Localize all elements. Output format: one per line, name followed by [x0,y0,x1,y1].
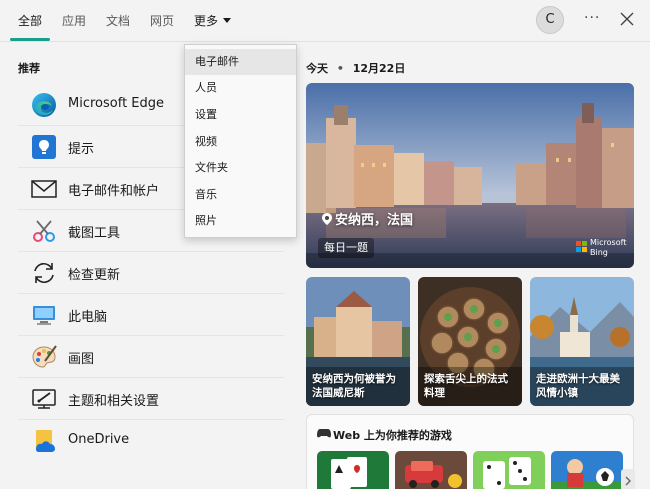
app-item-paint[interactable]: 画图 [18,336,284,378]
date-separator: • [336,62,344,75]
brand-line1: Microsoft [590,238,627,247]
tab-documents[interactable]: 文档 [106,12,130,29]
game-card-car[interactable] [395,451,467,489]
menu-item-people[interactable]: 人员 [185,75,296,101]
app-label: OneDrive [68,432,130,447]
account-avatar[interactable]: C [536,6,564,34]
microsoft-bing-logo: Microsoft Bing [576,238,626,260]
app-item-check-updates[interactable]: 检查更新 [18,252,284,294]
mail-icon [31,180,57,198]
microsoft-logo-icon [576,241,587,252]
active-tab-indicator [10,38,50,41]
app-label: 截图工具 [68,226,121,241]
app-item-this-pc[interactable]: 此电脑 [18,294,284,336]
news-tile[interactable]: 安纳西为何被誉为法国威尼斯 [306,277,410,406]
app-label: 检查更新 [68,268,121,283]
today-header: 今天 • 12月22日 [306,60,405,76]
game-card-soccer[interactable] [551,451,623,489]
menu-item-videos[interactable]: 视频 [185,129,296,155]
domino-game-image [473,451,545,489]
paint-icon [32,345,57,368]
theme-icon [32,389,56,409]
edge-icon [32,93,56,117]
game-controller-icon [317,429,331,438]
app-label: 主题和相关设置 [68,394,160,409]
app-label: 电子邮件和帐户 [68,184,160,199]
games-panel: Web 上为你推荐的游戏 [306,414,635,489]
menu-item-folders[interactable]: 文件夹 [185,155,296,181]
recommended-heading: 推荐 [18,62,40,75]
snipping-tool-icon [33,220,55,242]
menu-item-music[interactable]: 音乐 [185,182,296,208]
onedrive-icon [36,430,55,452]
tile-caption: 走进欧洲十大最美风情小镇 [536,373,620,399]
app-label: 提示 [68,142,95,157]
brand-line2: Bing [590,248,608,257]
tile-caption: 探索舌尖上的法式料理 [424,373,508,399]
daily-quiz-badge[interactable]: 每日一题 [318,238,374,258]
chevron-right-icon[interactable] [621,469,635,489]
app-label: 此电脑 [68,310,108,325]
more-options-button[interactable]: ··· [584,10,600,26]
tab-apps[interactable]: 应用 [62,12,86,29]
news-tile[interactable]: 走进欧洲十大最美风情小镇 [530,277,634,406]
game-card-solitaire[interactable] [317,451,389,489]
hero-location: 安纳西，法国 [322,209,413,228]
hero-location-text: 安纳西，法国 [335,213,414,228]
location-pin-icon [322,213,332,225]
tab-web[interactable]: 网页 [150,12,174,29]
app-label: Microsoft Edge [68,96,165,111]
app-label: 画图 [68,352,95,367]
tab-more[interactable]: 更多 [194,12,232,29]
tile-caption: 安纳西为何被誉为法国威尼斯 [312,373,396,399]
chevron-down-icon [223,18,232,23]
menu-item-settings[interactable]: 设置 [185,102,296,128]
more-dropdown-menu: 电子邮件 人员 设置 视频 文件夹 音乐 照片 [184,44,297,238]
hero-card[interactable]: 安纳西，法国 每日一题 Microsoft Bing [306,83,634,268]
menu-item-photos[interactable]: 照片 [185,208,296,234]
app-item-themes[interactable]: 主题和相关设置 [18,378,284,420]
car-game-image [395,451,467,489]
news-tile[interactable]: 探索舌尖上的法式料理 [418,277,522,406]
tab-all[interactable]: 全部 [18,12,42,29]
game-card-domino[interactable] [473,451,545,489]
solitaire-game-image [317,451,389,489]
close-icon[interactable] [618,10,636,28]
app-item-onedrive[interactable]: OneDrive [18,420,284,462]
tips-icon [32,135,56,159]
update-icon [34,263,54,283]
games-title: Web 上为你推荐的游戏 [333,429,452,442]
computer-icon [33,306,55,325]
today-label: 今天 [306,62,328,75]
top-bar: 全部 应用 文档 网页 更多 C ··· [0,0,650,42]
tab-more-label: 更多 [194,14,219,28]
soccer-game-image [551,451,623,489]
today-date: 12月22日 [352,62,406,75]
menu-item-email[interactable]: 电子邮件 [185,49,296,75]
